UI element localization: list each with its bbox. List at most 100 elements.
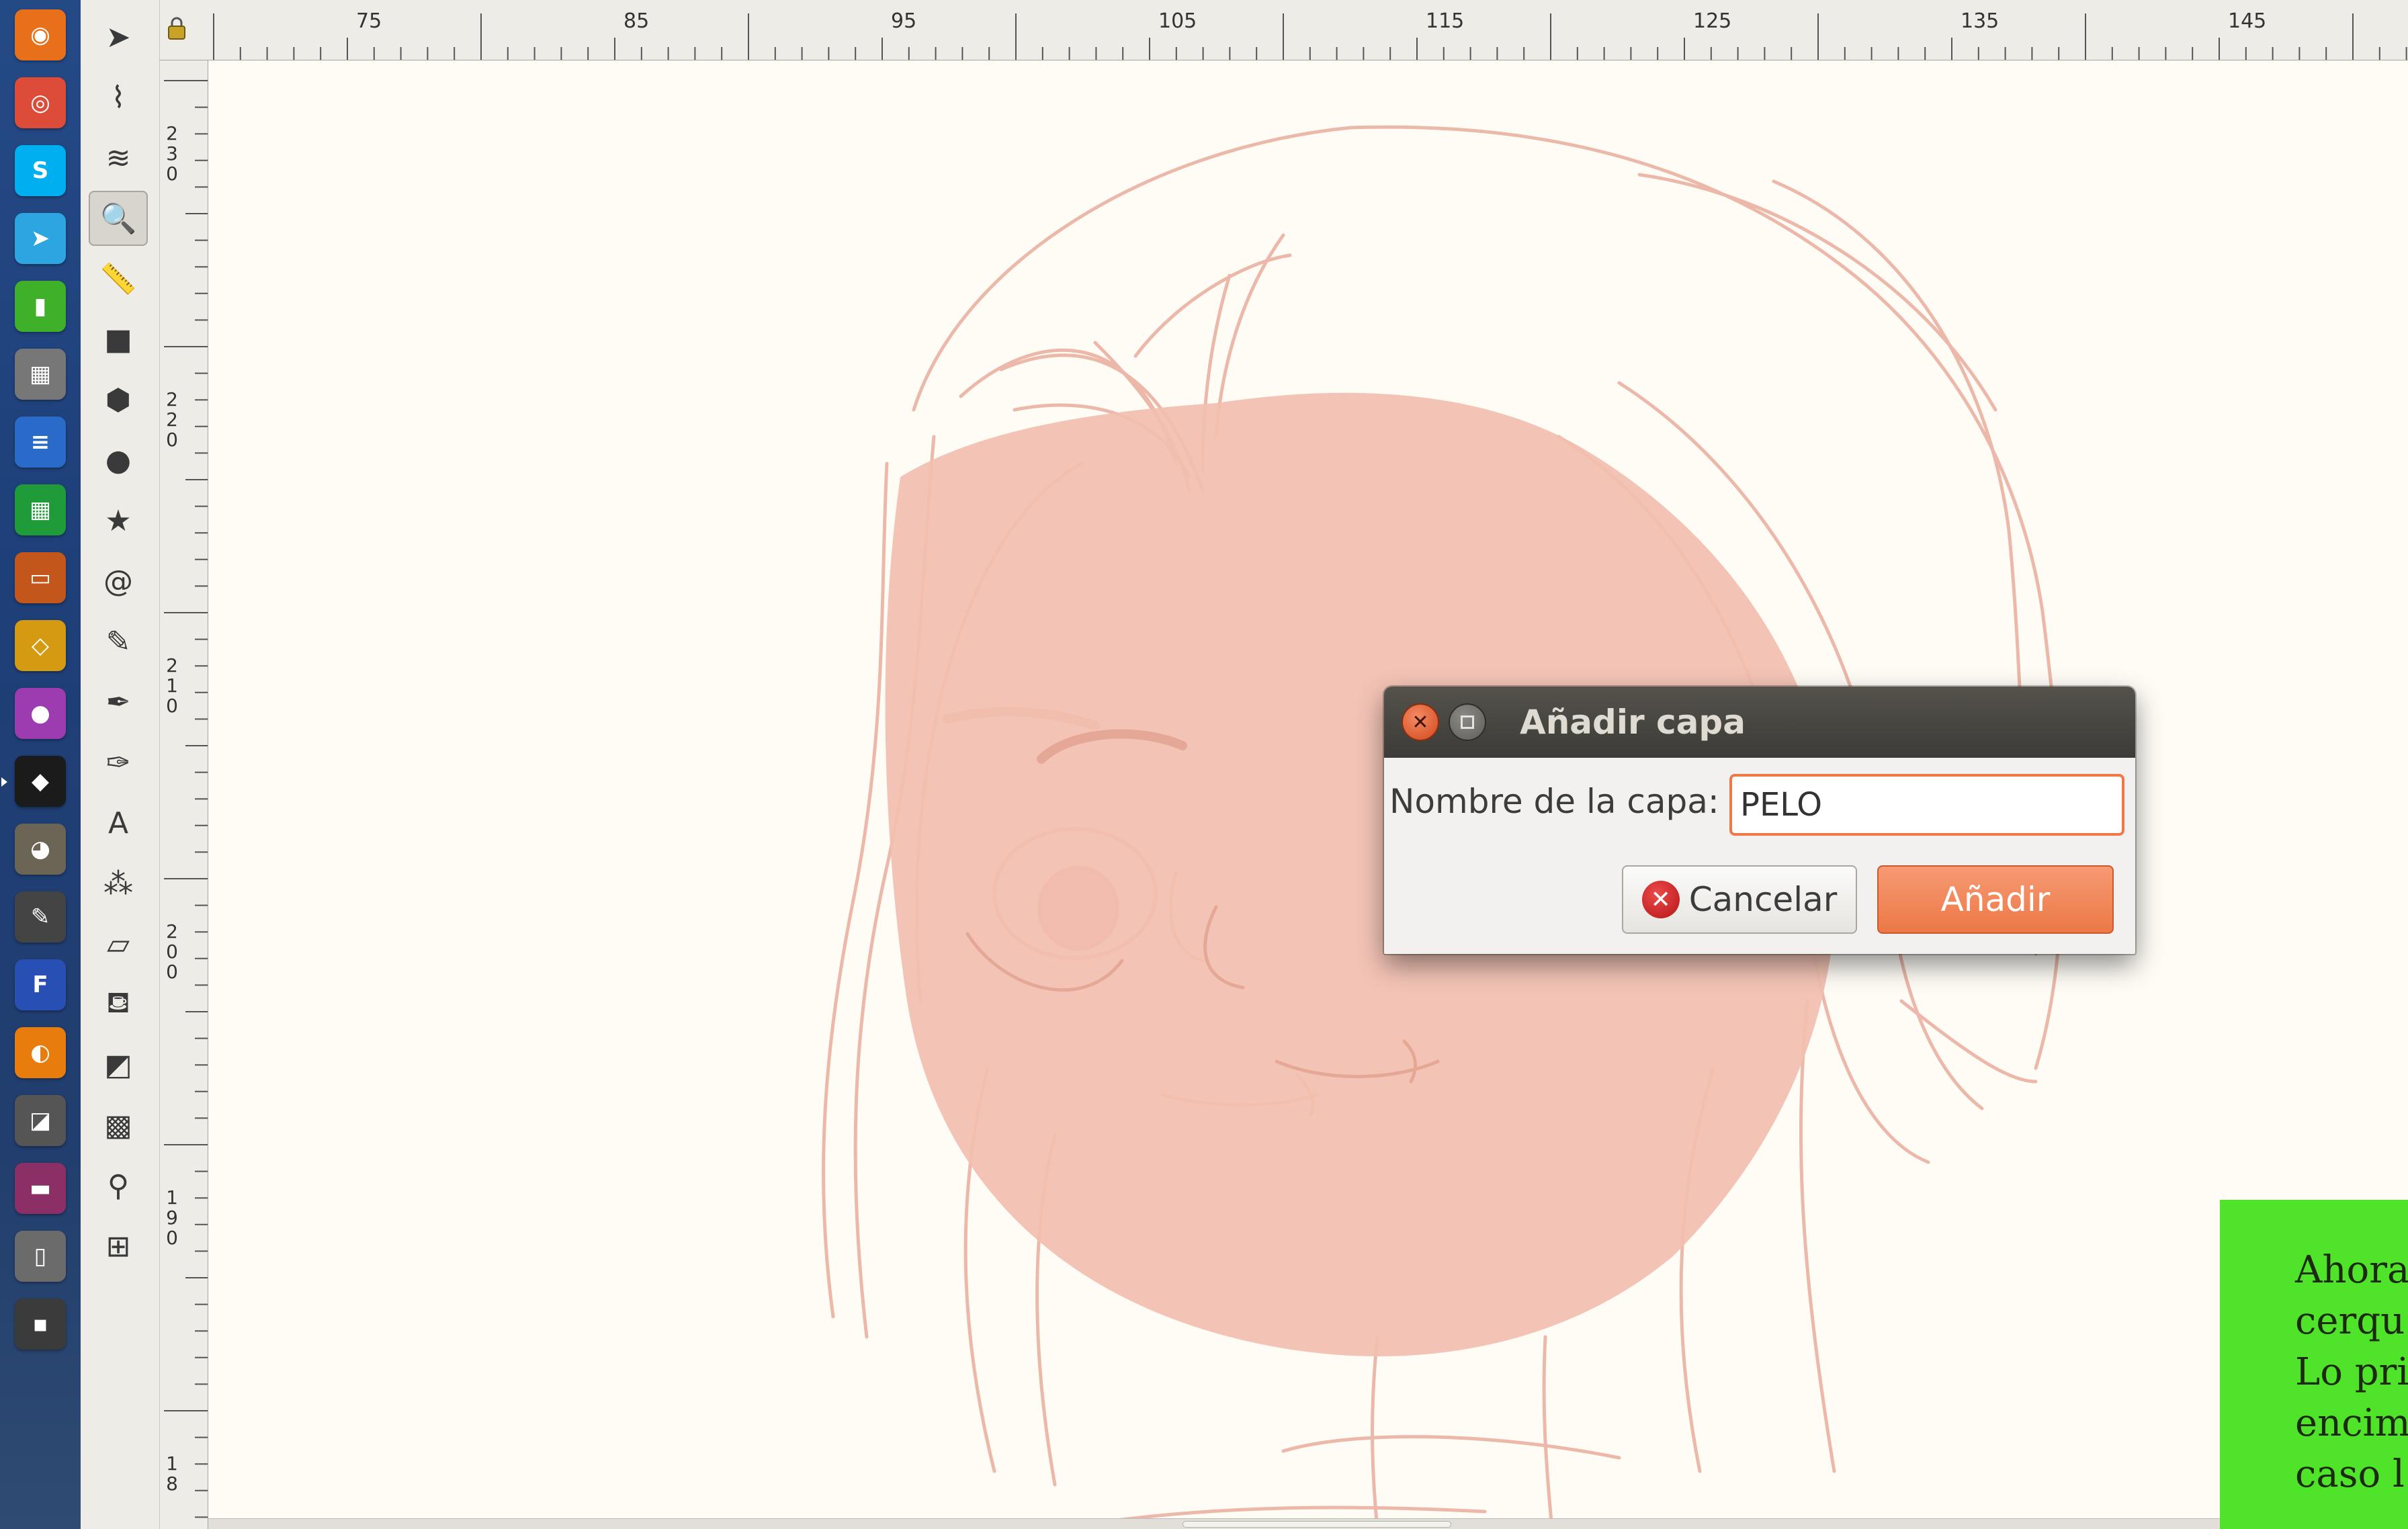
ruler-digit: 0 — [166, 1227, 178, 1249]
instruction-note: Ahora cerqu Lo pri encim caso l — [2220, 1200, 2408, 1529]
launcher-app-window[interactable]: ▬ — [5, 1159, 75, 1218]
tool-zoom[interactable]: 🔍 — [89, 191, 148, 246]
inkscape-icon: ◆ — [15, 756, 66, 807]
tool-eraser[interactable]: ▱ — [89, 916, 148, 971]
ruler-label-vertical: 230 — [164, 124, 180, 184]
add-layer-dialog: ✕ Añadir capa Nombre de la capa: ✕ Cance… — [1384, 687, 2135, 954]
launcher-draw[interactable]: ◇ — [5, 616, 75, 675]
launcher-firefox[interactable]: ◉ — [5, 5, 75, 64]
window-app-icon: ▬ — [15, 1163, 66, 1214]
add-button[interactable]: Añadir — [1877, 865, 2114, 934]
ruler-label-vertical: 190 — [164, 1188, 180, 1248]
tool-node[interactable]: ⌇ — [89, 70, 148, 125]
launcher-calc[interactable]: ▦ — [5, 480, 75, 539]
tool-ellipse[interactable]: ● — [89, 433, 148, 488]
ruler-digit: 9 — [166, 1207, 178, 1229]
device-icon: ▯ — [15, 1231, 66, 1282]
tool-measure[interactable]: 📏 — [89, 251, 148, 306]
spiral-icon: @ — [103, 564, 133, 599]
eraser-icon: ▱ — [107, 926, 130, 961]
ruler-digit: 0 — [166, 163, 178, 185]
tool-box3d[interactable]: ⬢ — [89, 372, 148, 427]
launcher-fontforge[interactable]: F — [5, 955, 75, 1014]
green-jar-icon: ▮ — [15, 281, 66, 332]
scrollbar-thumb[interactable] — [1182, 1521, 1451, 1528]
bucket-icon: ⛾ — [106, 985, 130, 1020]
cancel-button[interactable]: ✕ Cancelar — [1622, 865, 1857, 934]
tool-text[interactable]: A — [89, 795, 148, 850]
add-button-label: Añadir — [1940, 880, 2051, 919]
tool-dropper[interactable]: ⚲ — [89, 1158, 148, 1213]
launcher-app-pencil[interactable]: ✎ — [5, 887, 75, 947]
launcher-app-scan[interactable]: ◪ — [5, 1091, 75, 1150]
close-icon[interactable]: ✕ — [1402, 703, 1439, 741]
mesh-icon: ▩ — [104, 1108, 132, 1143]
ruler-digit: 1 — [166, 1186, 178, 1209]
launcher-app-sphere[interactable]: ● — [5, 684, 75, 743]
ruler-digit: 1 — [166, 674, 178, 697]
pencil-icon: ✎ — [105, 624, 131, 659]
tool-spiral[interactable]: @ — [89, 554, 148, 609]
launcher-telegram[interactable]: ➤ — [5, 209, 75, 268]
spreadsheet-icon: ▦ — [15, 484, 66, 535]
rectangle-icon: ■ — [104, 322, 132, 357]
horizontal-scrollbar[interactable] — [208, 1518, 2408, 1529]
launcher-writer[interactable]: ≡ — [5, 412, 75, 472]
launcher-blender[interactable]: ◐ — [5, 1023, 75, 1082]
note-line: Ahora — [2295, 1248, 2408, 1292]
launcher-inkscape[interactable]: ◆ — [1, 752, 75, 811]
layer-name-label: Nombre de la capa: — [1389, 782, 1719, 821]
fontforge-icon: F — [15, 959, 66, 1010]
lock-icon[interactable] — [167, 16, 187, 40]
launcher: ◉ ◎ S ➤ ▮ ▦ ≡ ▦ ▭ ◇ ● ◆ ◕ ✎ F ◐ ◪ ▬ ▯ ▪ — [0, 0, 81, 1529]
blender-icon: ◐ — [15, 1027, 66, 1078]
scanner-icon: ◪ — [15, 1095, 66, 1146]
vertical-ruler: 23022021020019018 — [160, 60, 208, 1529]
launcher-impress[interactable]: ▭ — [5, 548, 75, 607]
calculator-icon: ▦ — [15, 349, 66, 400]
tool-tweak[interactable]: ≋ — [89, 130, 148, 185]
horizontal-ruler: 75 85 95 105 115 125 135 145 — [160, 0, 2408, 60]
spray-icon: ⁂ — [103, 866, 133, 901]
launcher-skype[interactable]: S — [5, 141, 75, 200]
note-line: caso l — [2295, 1452, 2405, 1496]
note-line: Lo pri — [2295, 1350, 2408, 1394]
layer-name-input[interactable] — [1729, 774, 2124, 836]
tool-pencil[interactable]: ✎ — [89, 614, 148, 669]
dialog-titlebar[interactable]: ✕ Añadir capa — [1384, 687, 2135, 758]
tool-selector[interactable]: ➤ — [89, 9, 148, 64]
tool-connector[interactable]: ⊞ — [89, 1219, 148, 1274]
launcher-app-drive[interactable]: ▪ — [5, 1295, 75, 1354]
tool-pen[interactable]: ✒ — [89, 674, 148, 730]
tool-rectangle[interactable]: ■ — [89, 312, 148, 367]
arrow-pointer-icon: ➤ — [105, 19, 131, 54]
ruler-digit: 2 — [166, 122, 178, 144]
tool-paint-bucket[interactable]: ⛾ — [89, 977, 148, 1032]
ruler-digit: 8 — [166, 1473, 178, 1495]
launcher-calculator[interactable]: ▦ — [5, 345, 75, 404]
pencil-app-icon: ✎ — [15, 891, 66, 943]
launcher-app-device[interactable]: ▯ — [5, 1227, 75, 1286]
node-edit-icon: ⌇ — [111, 80, 126, 115]
firefox-icon: ◉ — [15, 9, 66, 60]
launcher-chrome[interactable]: ◎ — [5, 73, 75, 132]
ruler-label: 125 — [1693, 9, 1732, 33]
tool-gradient[interactable]: ◩ — [89, 1037, 148, 1092]
maximize-icon[interactable] — [1449, 703, 1486, 741]
launcher-gimp[interactable]: ◕ — [5, 820, 75, 879]
skype-icon: S — [15, 145, 66, 196]
launcher-app-green[interactable]: ▮ — [5, 277, 75, 336]
tool-calligraphy[interactable]: ✑ — [89, 735, 148, 790]
tool-mesh[interactable]: ▩ — [89, 1098, 148, 1153]
sphere-icon: ● — [15, 688, 66, 739]
circle-icon: ● — [105, 443, 132, 478]
tool-star[interactable]: ★ — [89, 493, 148, 548]
ruler-icon: 📏 — [99, 262, 137, 296]
dialog-title: Añadir capa — [1520, 703, 1746, 742]
writer-icon: ≡ — [15, 417, 66, 468]
ruler-label: 95 — [891, 9, 917, 33]
ruler-digit: 0 — [166, 429, 178, 451]
cancel-button-label: Cancelar — [1688, 880, 1838, 919]
toolbox: ➤ ⌇ ≋ 🔍 📏 ■ ⬢ ● ★ @ ✎ ✒ ✑ A ⁂ ▱ ⛾ ◩ ▩ ⚲ ⊞ — [81, 0, 160, 1529]
tool-spray[interactable]: ⁂ — [89, 856, 148, 911]
